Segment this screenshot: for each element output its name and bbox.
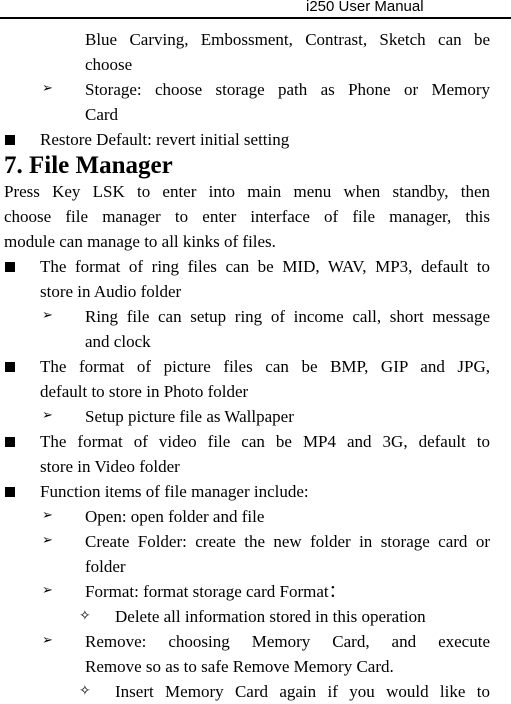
diamond-bullet-icon: ✧ (79, 608, 91, 624)
list-item-text: Function items of file manager include: (40, 482, 309, 501)
list-item-picture-format: The format of picture files can be BMP, … (0, 354, 490, 379)
list-item-ring-format: The format of ring files can be MID, WAV… (0, 254, 490, 279)
list-item-ring-setup: ➢ Ring file can setup ring of income cal… (0, 304, 490, 329)
diamond-bullet-icon: ✧ (79, 683, 91, 699)
list-item-continuation: store in Audio folder (40, 282, 182, 301)
list-item-text: The format of ring files can be MID, WAV… (40, 257, 490, 276)
list-item-text: The format of picture files can be BMP, … (40, 357, 490, 376)
list-item-text: Delete all information stored in this op… (115, 607, 426, 626)
arrow-bullet-icon: ➢ (42, 533, 53, 548)
arrow-bullet-icon: ➢ (42, 81, 53, 96)
list-item-open: ➢ Open: open folder and file (0, 504, 490, 529)
list-item-text: The format of video file can be MP4 and … (40, 432, 490, 451)
document-body: Blue Carving, Embossment, Contrast, Sket… (0, 27, 511, 704)
list-item-text: Storage: choose storage path as Phone or… (85, 80, 490, 99)
list-item-text: Create Folder: create the new folder in … (85, 532, 490, 551)
paragraph-line: choose (85, 55, 133, 74)
list-item-format-delete: ✧ Delete all information stored in this … (0, 604, 490, 629)
list-item-remove: ➢ Remove: choosing Memory Card, and exec… (0, 629, 490, 654)
list-item-text: Open: open folder and file (85, 507, 265, 526)
square-bullet-icon (5, 362, 15, 372)
list-item-continuation: and clock (85, 332, 151, 351)
paragraph-line: choose file manager to enter interface o… (4, 207, 490, 226)
arrow-bullet-icon: ➢ (42, 633, 53, 648)
list-item-text: Insert Memory Card again if you would li… (115, 682, 490, 701)
list-item-continuation: default to store in Photo folder (40, 382, 249, 401)
list-item-video-format: The format of video file can be MP4 and … (0, 429, 490, 454)
list-item-functions: Function items of file manager include: (0, 479, 490, 504)
list-item-text: Ring file can setup ring of income call,… (85, 307, 490, 326)
list-item-wallpaper: ➢ Setup picture file as Wallpaper (0, 404, 490, 429)
header-rule (0, 17, 511, 19)
arrow-bullet-icon: ➢ (42, 308, 53, 323)
list-item-text: Restore Default: revert initial setting (40, 130, 290, 149)
list-item-insert-card: ✧ Insert Memory Card again if you would … (0, 679, 490, 704)
section-heading: 7. File Manager (4, 152, 173, 179)
list-item-format: ➢ Format: format storage card Format： (0, 579, 490, 604)
arrow-bullet-icon: ➢ (42, 583, 53, 598)
list-item-text: Format: format storage card Format： (85, 582, 346, 601)
list-item-continuation: store in Video folder (40, 457, 180, 476)
list-item-restore-default: Restore Default: revert initial setting (0, 127, 490, 152)
list-item-text: Remove: choosing Memory Card, and execut… (85, 632, 490, 651)
list-item-continuation: folder (85, 557, 126, 576)
paragraph-line: Blue Carving, Embossment, Contrast, Sket… (85, 30, 490, 49)
list-item-continuation: Card (85, 105, 119, 124)
square-bullet-icon (5, 437, 15, 447)
page-header: i250 User Manual (0, 0, 511, 19)
square-bullet-icon (5, 135, 15, 145)
list-item-storage: ➢ Storage: choose storage path as Phone … (0, 77, 490, 102)
arrow-bullet-icon: ➢ (42, 408, 53, 423)
paragraph-line: Press Key LSK to enter into main menu wh… (4, 182, 490, 201)
manual-title: i250 User Manual (306, 0, 424, 15)
list-item-create-folder: ➢ Create Folder: create the new folder i… (0, 529, 490, 554)
list-item-text: Setup picture file as Wallpaper (85, 407, 294, 426)
list-item-continuation: Remove so as to safe Remove Memory Card. (85, 657, 394, 676)
paragraph-line: module can manage to all kinks of files. (4, 232, 276, 251)
square-bullet-icon (5, 262, 15, 272)
square-bullet-icon (5, 487, 15, 497)
arrow-bullet-icon: ➢ (42, 508, 53, 523)
